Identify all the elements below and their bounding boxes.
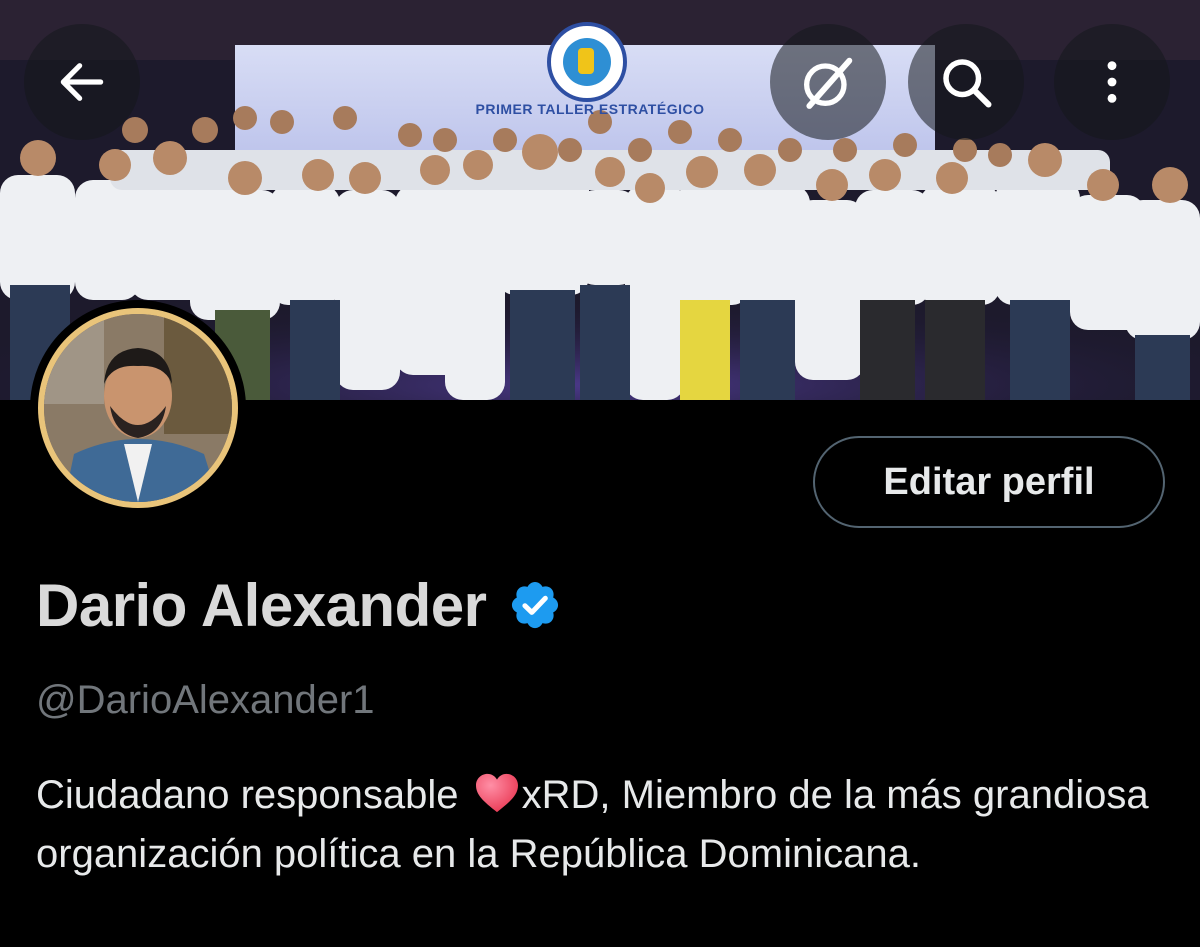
- grok-slash-icon: [804, 57, 853, 109]
- banner-stage-title: PRIMER TALLER ESTRATÉGICO: [475, 101, 705, 117]
- profile-name-row: Dario Alexander: [36, 568, 562, 642]
- more-options-button[interactable]: [1054, 24, 1170, 140]
- profile-bio: Ciudadano responsable xRD, Miembro de la…: [36, 766, 1176, 884]
- display-name: Dario Alexander: [36, 571, 487, 639]
- profile-page: PRIMER TALLER ESTRATÉGICO Editar perfil …: [0, 0, 1200, 947]
- avatar-frame: [38, 308, 238, 508]
- search-button[interactable]: [908, 24, 1024, 140]
- back-button[interactable]: [24, 24, 140, 140]
- grok-button[interactable]: [770, 24, 886, 140]
- edit-profile-button[interactable]: Editar perfil: [813, 436, 1165, 528]
- user-handle: @DarioAlexander1: [36, 678, 375, 722]
- more-vertical-icon: [1107, 61, 1117, 103]
- avatar-photo: [44, 314, 232, 502]
- verified-badge-icon[interactable]: [508, 578, 562, 632]
- avatar[interactable]: [30, 300, 246, 516]
- arrow-left-icon: [60, 63, 104, 101]
- search-icon: [943, 59, 992, 108]
- heart-icon: [475, 773, 518, 813]
- bio-text-start: Ciudadano responsable: [36, 773, 470, 817]
